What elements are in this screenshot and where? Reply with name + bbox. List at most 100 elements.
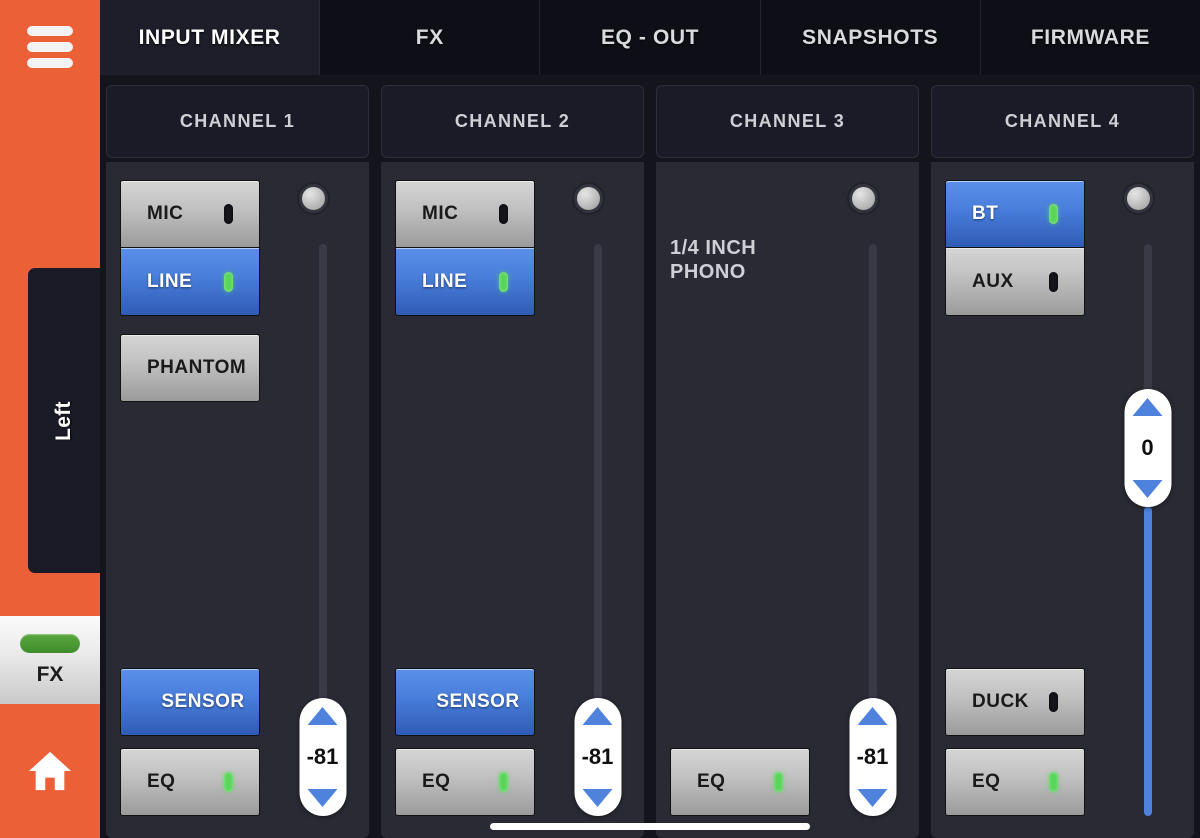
channel-strip-container: CHANNEL 1 MIC LINE: [100, 75, 1200, 838]
channel-4-bt-button[interactable]: BT: [945, 180, 1085, 248]
tab-eq-out[interactable]: EQ - OUT: [540, 0, 760, 75]
channel-2-eq-button[interactable]: EQ: [395, 748, 535, 816]
channel-2-fader[interactable]: -81: [594, 244, 602, 816]
channel-4-fader-fill: [1144, 507, 1152, 816]
channel-1-eq-label: EQ: [147, 771, 175, 793]
hamburger-bar: [27, 42, 73, 52]
triangle-down-icon[interactable]: [583, 789, 613, 807]
channel-4-source-group: BT AUX: [945, 180, 1101, 316]
triangle-up-icon[interactable]: [583, 707, 613, 725]
channel-1-phantom-button[interactable]: PHANTOM: [120, 334, 260, 402]
led-green-icon: [499, 272, 508, 292]
channel-4-lower-controls: DUCK EQ: [945, 668, 1085, 816]
channel-2-lower-controls: SENSOR EQ: [395, 668, 535, 816]
led-green-icon: [1049, 772, 1058, 792]
channel-4-fader[interactable]: 0: [1144, 244, 1152, 816]
triangle-down-icon[interactable]: [308, 789, 338, 807]
channel-3-fader[interactable]: -81: [869, 244, 877, 816]
channel-1-mic-label: MIC: [147, 203, 183, 225]
hamburger-bar: [27, 26, 73, 36]
hamburger-icon[interactable]: [27, 26, 73, 68]
channel-3-title: CHANNEL 3: [656, 85, 919, 158]
channel-2-eq-label: EQ: [422, 771, 450, 793]
sidebar-home-button[interactable]: [0, 704, 100, 838]
main-area: INPUT MIXER FX EQ - OUT SNAPSHOTS FIRMWA…: [100, 0, 1200, 838]
led-off-icon: [1049, 692, 1058, 712]
channel-1-knob[interactable]: [299, 184, 328, 213]
sidebar-tab-left-label: Left: [52, 401, 76, 441]
sidebar-fx-button[interactable]: FX: [0, 616, 100, 704]
channel-2-fader-handle[interactable]: -81: [574, 698, 621, 816]
channel-4-knob[interactable]: [1124, 184, 1153, 213]
channel-4-aux-label: AUX: [972, 271, 1014, 293]
channel-4-bt-label: BT: [972, 203, 998, 225]
tab-input-mixer[interactable]: INPUT MIXER: [100, 0, 320, 75]
led-off-icon: [499, 204, 508, 224]
channel-3-source-label: 1/4 INCH PHONO: [670, 180, 826, 284]
channel-1-controls: MIC LINE PHANTOM: [106, 162, 276, 838]
channel-4-duck-button[interactable]: DUCK: [945, 668, 1085, 736]
channel-2-line-button[interactable]: LINE: [395, 248, 535, 316]
sidebar-tab-left[interactable]: Left: [28, 268, 100, 573]
tab-firmware[interactable]: FIRMWARE: [981, 0, 1200, 75]
channel-3-controls: 1/4 INCH PHONO EQ: [656, 162, 826, 838]
channel-1-fader-value: -81: [307, 744, 339, 770]
tab-snapshots[interactable]: SNAPSHOTS: [761, 0, 981, 75]
channel-1-fader-handle[interactable]: -81: [299, 698, 346, 816]
led-green-icon: [224, 772, 233, 792]
channel-3-body: 1/4 INCH PHONO EQ: [656, 162, 919, 838]
channel-2-sensor-label: SENSOR: [436, 691, 519, 713]
channel-1-line-label: LINE: [147, 271, 192, 293]
channel-1-line-button[interactable]: LINE: [120, 248, 260, 316]
channel-strip-1: CHANNEL 1 MIC LINE: [106, 85, 369, 838]
tab-bar: INPUT MIXER FX EQ - OUT SNAPSHOTS FIRMWA…: [100, 0, 1200, 75]
home-indicator-bar: [490, 823, 810, 830]
channel-3-fader-value: -81: [857, 744, 889, 770]
channel-2-mic-button[interactable]: MIC: [395, 180, 535, 248]
led-green-icon: [1049, 204, 1058, 224]
channel-1-sensor-button[interactable]: SENSOR: [120, 668, 260, 736]
channel-4-eq-button[interactable]: EQ: [945, 748, 1085, 816]
channel-4-duck-label: DUCK: [972, 691, 1029, 713]
triangle-up-icon[interactable]: [308, 707, 338, 725]
channel-2-fader-value: -81: [582, 744, 614, 770]
led-off-icon: [224, 204, 233, 224]
triangle-down-icon[interactable]: [858, 789, 888, 807]
channel-1-lower-controls: SENSOR EQ: [120, 668, 260, 816]
led-off-icon: [1049, 272, 1058, 292]
channel-2-mic-label: MIC: [422, 203, 458, 225]
channel-3-knob[interactable]: [849, 184, 878, 213]
channel-1-phantom-label: PHANTOM: [147, 357, 246, 379]
channel-2-source-group: MIC LINE: [395, 180, 551, 316]
channel-4-aux-button[interactable]: AUX: [945, 248, 1085, 316]
sidebar: Left FX: [0, 0, 100, 838]
channel-4-title: CHANNEL 4: [931, 85, 1194, 158]
triangle-down-icon[interactable]: [1133, 480, 1163, 498]
channel-4-controls: BT AUX DUCK: [931, 162, 1101, 838]
channel-3-lower-controls: EQ: [670, 748, 810, 816]
channel-1-body: MIC LINE PHANTOM: [106, 162, 369, 838]
hamburger-bar: [27, 58, 73, 68]
triangle-up-icon[interactable]: [1133, 398, 1163, 416]
channel-4-fader-handle[interactable]: 0: [1124, 389, 1171, 507]
channel-2-knob[interactable]: [574, 184, 603, 213]
led-pill-green-icon: [20, 634, 80, 653]
channel-3-eq-button[interactable]: EQ: [670, 748, 810, 816]
channel-1-eq-button[interactable]: EQ: [120, 748, 260, 816]
channel-strip-4: CHANNEL 4 BT AUX: [931, 85, 1194, 838]
channel-3-fader-handle[interactable]: -81: [849, 698, 896, 816]
channel-2-sensor-button[interactable]: SENSOR: [395, 668, 535, 736]
channel-4-fader-area: 0: [1101, 162, 1194, 838]
channel-3-eq-label: EQ: [697, 771, 725, 793]
led-green-icon: [774, 772, 783, 792]
channel-4-body: BT AUX DUCK: [931, 162, 1194, 838]
tab-fx[interactable]: FX: [320, 0, 540, 75]
channel-1-fader[interactable]: -81: [319, 244, 327, 816]
channel-1-sensor-label: SENSOR: [161, 691, 244, 713]
channel-1-fader-area: -81: [276, 162, 369, 838]
app-root: Left FX INPUT MIXER FX EQ - OUT SNAPSHOT…: [0, 0, 1200, 838]
triangle-up-icon[interactable]: [858, 707, 888, 725]
channel-1-source-group: MIC LINE: [120, 180, 276, 316]
channel-strip-3: CHANNEL 3 1/4 INCH PHONO EQ: [656, 85, 919, 838]
channel-1-mic-button[interactable]: MIC: [120, 180, 260, 248]
